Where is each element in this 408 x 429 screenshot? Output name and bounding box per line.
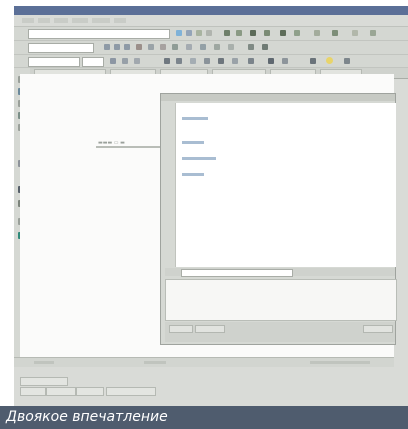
toolbar-icon[interactable] [262,44,268,50]
menu-item-1[interactable] [22,18,34,23]
status-field [310,361,370,364]
toolbar-icon[interactable] [294,30,300,36]
toolbar-icon[interactable] [114,44,120,50]
toolbar-icon[interactable] [104,44,110,50]
panel-tab[interactable] [46,387,76,396]
size-combo[interactable] [82,57,104,67]
dialog-input[interactable] [181,269,293,277]
caption-bar: Двоякое впечатление [0,406,408,429]
status-field [34,361,54,364]
menu-item-6[interactable] [114,18,126,23]
toolbar-icon[interactable] [176,30,182,36]
code-editor[interactable] [175,103,396,267]
panel-tab[interactable] [20,377,68,386]
style-combo[interactable] [28,43,94,53]
dialog-tab-button[interactable] [195,325,225,333]
code-dialog [160,93,397,345]
toolbar-icon[interactable] [218,58,224,64]
code-line [182,141,204,144]
toolbar-icon[interactable] [268,58,274,64]
address-combo[interactable] [28,29,170,39]
toolbar-icon[interactable] [370,30,376,36]
toolbar-icon[interactable] [160,44,166,50]
toolbar-standard [14,27,408,41]
connector-label: ▬▬▬ ▭ ▬ [98,140,125,146]
toolbar-icon[interactable] [248,44,254,50]
toolbar-icon[interactable] [200,44,206,50]
dialog-output-panel[interactable] [165,279,397,321]
toolbar-icon[interactable] [136,44,142,50]
connector-line [96,146,164,148]
caption-text: Двоякое впечатление [6,409,168,425]
toolbar-icon[interactable] [310,58,316,64]
toolbar-icon[interactable] [236,30,242,36]
toolbar-formatting [14,41,408,55]
toolbar-icon[interactable] [214,44,220,50]
menu-item-3[interactable] [54,18,68,23]
toolbar-icon[interactable] [164,58,170,64]
toolbar-icon[interactable] [250,30,256,36]
toolbar-icon[interactable] [206,30,212,36]
toolbar-icon[interactable] [264,30,270,36]
lower-panel [14,367,394,400]
toolbar-icon[interactable] [232,58,238,64]
toolbar-icon[interactable] [190,58,196,64]
toolbar-icon[interactable] [282,58,288,64]
toolbar-icon[interactable] [186,44,192,50]
toolbar-icon[interactable] [148,44,154,50]
toolbar-icon[interactable] [186,30,192,36]
toolbar-icon[interactable] [344,58,350,64]
menu-bar [14,15,408,27]
toolbar-icon[interactable] [124,44,130,50]
panel-tab[interactable] [76,387,104,396]
toolbar-icon[interactable] [204,58,210,64]
toolbar-drawing [14,55,408,68]
dialog-titlebar[interactable] [161,94,395,101]
menu-item-4[interactable] [72,18,88,23]
toolbar-icon[interactable] [280,30,286,36]
toolbar-icon[interactable] [352,30,358,36]
toolbar-icon[interactable] [248,58,254,64]
code-line [182,173,204,176]
status-bar [14,357,394,367]
toolbar-icon[interactable] [314,30,320,36]
code-line [182,157,216,160]
toolbar-icon[interactable] [172,44,178,50]
screenshot: ▬▬▬ ▭ ▬ Двоякое впечатление [0,0,408,429]
panel-tab[interactable] [106,387,156,396]
status-field [144,361,166,364]
toolbar-icon[interactable] [332,30,338,36]
dialog-bottom-bar [165,322,395,342]
font-combo[interactable] [28,57,80,67]
toolbar-icon[interactable] [224,30,230,36]
toolbar-icon[interactable] [122,58,128,64]
toolbar-icon[interactable] [110,58,116,64]
panel-tab[interactable] [20,387,46,396]
toolbar-icon[interactable] [228,44,234,50]
window-titlebar[interactable] [14,6,408,15]
dialog-tab-button[interactable] [169,325,193,333]
code-line [182,117,208,120]
toolbar-icon[interactable] [176,58,182,64]
toolbar-icon[interactable] [326,57,333,64]
dialog-tab-button[interactable] [363,325,393,333]
menu-item-5[interactable] [92,18,110,23]
toolbar-icon[interactable] [134,58,140,64]
menu-item-2[interactable] [38,18,50,23]
toolbar-icon[interactable] [196,30,202,36]
